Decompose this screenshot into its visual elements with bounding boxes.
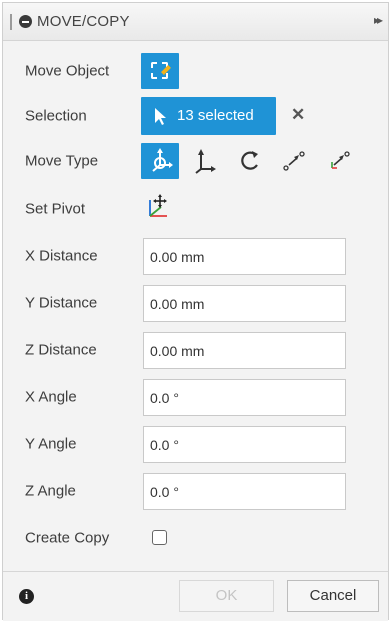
selection-button[interactable]: 13 selected bbox=[141, 97, 276, 135]
move-type-label: Move Type bbox=[25, 152, 99, 170]
z-distance-input[interactable]: 0.00 mm bbox=[143, 332, 346, 369]
selection-label: Selection bbox=[25, 107, 87, 125]
y-distance-label: Y Distance bbox=[25, 294, 98, 312]
dialog-footer: i OK Cancel bbox=[3, 571, 388, 621]
select-body-button[interactable] bbox=[141, 53, 179, 89]
set-pivot-button[interactable] bbox=[141, 189, 179, 225]
create-copy-label: Create Copy bbox=[25, 529, 110, 547]
expand-icon[interactable]: ▸▸ bbox=[374, 13, 383, 27]
drag-grip-icon[interactable] bbox=[10, 14, 12, 30]
z-angle-label: Z Angle bbox=[25, 482, 76, 500]
z-angle-input[interactable]: 0.0 ° bbox=[143, 473, 346, 510]
selection-row: Selection 13 selected ✕ bbox=[3, 96, 388, 136]
y-angle-row: Y Angle 0.0 ° bbox=[3, 424, 388, 464]
z-distance-label: Z Distance bbox=[25, 341, 97, 359]
pivot-axes-icon bbox=[149, 194, 167, 217]
rotate-button[interactable] bbox=[231, 143, 269, 179]
y-distance-row: Y Distance 0.00 mm bbox=[3, 283, 388, 323]
clear-selection-icon[interactable]: ✕ bbox=[291, 105, 305, 125]
x-angle-label: X Angle bbox=[25, 388, 77, 406]
point-to-point-icon bbox=[283, 151, 305, 171]
z-distance-row: Z Distance 0.00 mm bbox=[3, 330, 388, 370]
x-distance-input[interactable]: 0.00 mm bbox=[143, 238, 346, 275]
dialog-titlebar[interactable]: MOVE/COPY ▸▸ bbox=[3, 3, 388, 41]
set-pivot-row: Set Pivot bbox=[3, 189, 388, 229]
translate-icon bbox=[195, 149, 216, 174]
free-move-button[interactable] bbox=[141, 143, 179, 179]
x-angle-input[interactable]: 0.0 ° bbox=[143, 379, 346, 416]
create-copy-checkbox[interactable] bbox=[152, 530, 167, 545]
dialog-title: MOVE/COPY bbox=[37, 13, 130, 30]
x-angle-row: X Angle 0.0 ° bbox=[3, 377, 388, 417]
point-to-position-button[interactable] bbox=[320, 143, 358, 179]
collapse-icon[interactable] bbox=[19, 15, 32, 28]
cancel-button[interactable]: Cancel bbox=[287, 580, 379, 612]
x-distance-label: X Distance bbox=[25, 247, 98, 265]
info-icon[interactable]: i bbox=[19, 589, 34, 604]
move-copy-dialog: MOVE/COPY ▸▸ Move Object Selection 13 se… bbox=[2, 2, 389, 621]
rotate-icon bbox=[241, 151, 258, 170]
x-distance-row: X Distance 0.00 mm bbox=[3, 236, 388, 276]
selection-count: 13 selected bbox=[177, 107, 254, 124]
set-pivot-label: Set Pivot bbox=[25, 200, 86, 218]
ok-button[interactable]: OK bbox=[179, 580, 274, 612]
z-angle-row: Z Angle 0.0 ° bbox=[3, 471, 388, 511]
y-distance-input[interactable]: 0.00 mm bbox=[143, 285, 346, 322]
cursor-arrow-icon bbox=[155, 108, 166, 125]
point-to-position-icon bbox=[331, 151, 350, 169]
point-to-point-button[interactable] bbox=[275, 143, 313, 179]
free-move-icon bbox=[152, 148, 173, 172]
move-type-row: Move Type bbox=[3, 141, 388, 181]
move-object-row: Move Object bbox=[3, 51, 388, 91]
move-object-label: Move Object bbox=[25, 62, 110, 80]
y-angle-label: Y Angle bbox=[25, 435, 77, 453]
create-copy-row: Create Copy bbox=[3, 518, 388, 558]
translate-button[interactable] bbox=[186, 143, 224, 179]
y-angle-input[interactable]: 0.0 ° bbox=[143, 426, 346, 463]
